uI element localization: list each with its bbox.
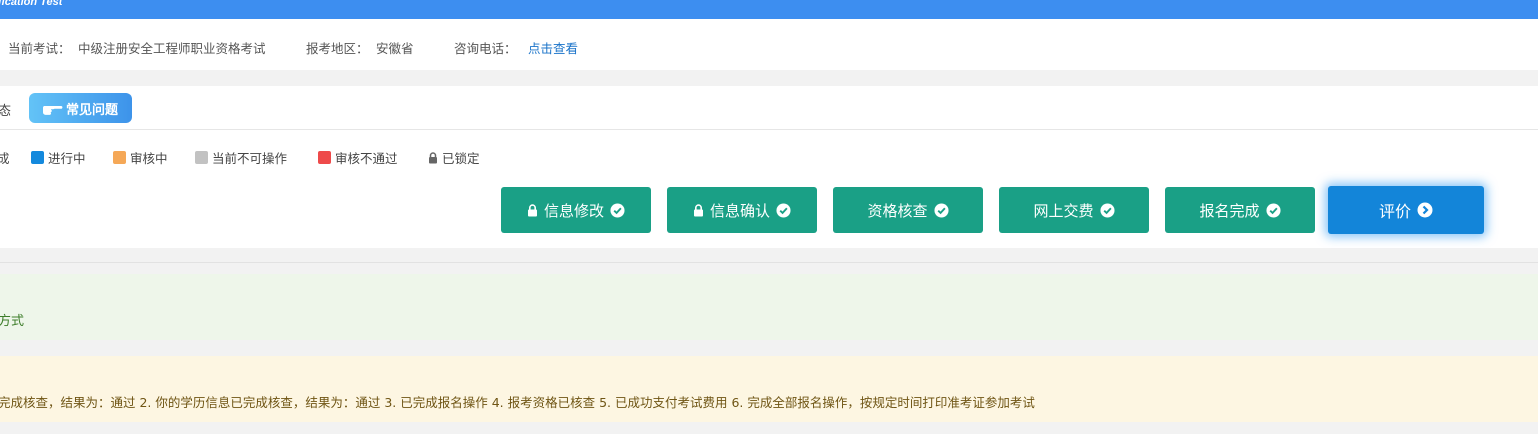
- phone-view-link[interactable]: 点击查看: [528, 38, 578, 57]
- step-label: 评价: [1378, 202, 1411, 221]
- success-alert: 方式: [0, 274, 1538, 340]
- step-label: 信息修改: [543, 201, 604, 220]
- step-label: 报名完成: [1199, 201, 1260, 220]
- exam-info-bar: 当前考试： 中级注册安全工程师职业资格考试 报考地区： 安徽省 咨询电话： 点击…: [0, 19, 1538, 70]
- legend-item-locked: 已锁定: [428, 148, 480, 167]
- region-value: 安徽省: [376, 41, 414, 56]
- faq-label: 常见问题: [65, 102, 118, 118]
- section-divider: [0, 262, 1538, 263]
- step-label: 资格核查: [867, 201, 928, 220]
- faq-button[interactable]: 常见问题: [29, 93, 132, 123]
- step-label: 信息确认: [709, 201, 770, 220]
- in-progress-swatch: [31, 151, 44, 164]
- legend-label: 成: [0, 151, 10, 166]
- exam-value: 中级注册安全工程师职业资格考试: [78, 41, 266, 56]
- top-header-bar: fication Test: [0, 0, 1538, 19]
- check-circle-icon: [610, 202, 625, 218]
- lock-icon: [693, 203, 703, 216]
- legend-item-reviewing: 审核中: [113, 148, 168, 167]
- check-circle-icon: [1265, 202, 1281, 218]
- tab-status[interactable]: 态: [0, 100, 11, 119]
- progress-notice-alert: 完成核查，结果为：通过 2. 你的学历信息已完成核查，结果为：通过 3. 已完成…: [0, 356, 1538, 422]
- exam-label: 当前考试：: [8, 41, 71, 56]
- unavailable-swatch: [195, 151, 208, 164]
- step-label: 网上交费: [1033, 201, 1094, 220]
- legend-label: 审核中: [130, 151, 168, 166]
- header-title: fication Test: [0, 0, 63, 8]
- check-circle-icon: [776, 202, 791, 218]
- step-info-confirm-button[interactable]: 信息确认: [667, 187, 817, 233]
- legend-label: 进行中: [48, 151, 86, 166]
- phone-label: 咨询电话：: [454, 41, 517, 56]
- success-alert-text: 方式: [0, 314, 25, 329]
- legend-label: 审核不通过: [335, 151, 398, 166]
- region-label: 报考地区：: [306, 41, 369, 56]
- step-evaluate-button[interactable]: 评价: [1328, 186, 1484, 234]
- lock-icon: [429, 151, 437, 163]
- pointing-hand-icon: [42, 106, 63, 115]
- step-registration-complete-button[interactable]: 报名完成: [1165, 187, 1315, 233]
- legend-label: 已锁定: [442, 151, 480, 166]
- legend-item-rejected: 审核不通过: [318, 148, 398, 167]
- legend-item-in-progress: 进行中: [31, 148, 86, 167]
- progress-notice-text: 完成核查，结果为：通过 2. 你的学历信息已完成核查，结果为：通过 3. 已完成…: [0, 395, 1035, 410]
- legend-label: 当前不可操作: [212, 151, 288, 166]
- step-qualification-check-button[interactable]: 资格核查: [833, 187, 983, 233]
- step-info-modify-button[interactable]: 信息修改: [501, 187, 651, 233]
- arrow-circle-right-icon: [1417, 202, 1433, 218]
- legend-item-done: 成: [0, 148, 10, 167]
- legend-item-unavailable: 当前不可操作: [195, 148, 287, 167]
- lock-icon: [527, 203, 537, 216]
- registration-panel: 态 常见问题 成 进行中 审核中 当前不可操作 审核不通过 已锁定 信息修改 信…: [0, 86, 1538, 248]
- reviewing-swatch: [113, 151, 126, 164]
- step-online-payment-button[interactable]: 网上交费: [999, 187, 1149, 233]
- rejected-swatch: [318, 151, 331, 164]
- tab-row: 态 常见问题: [0, 86, 1538, 130]
- check-circle-icon: [1099, 202, 1115, 218]
- check-circle-icon: [933, 202, 949, 218]
